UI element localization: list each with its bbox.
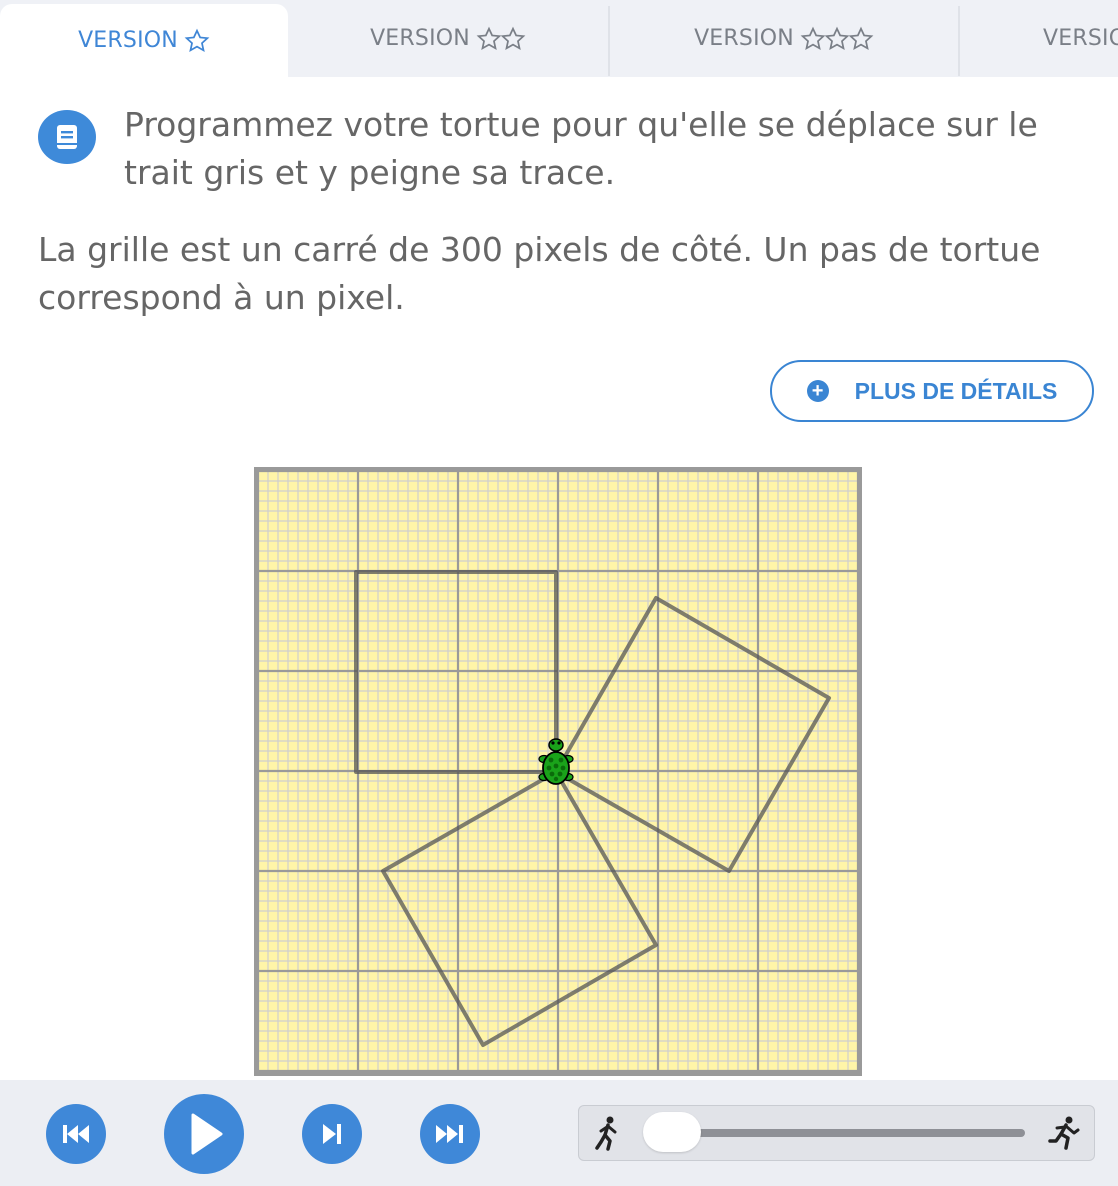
tab-version-1[interactable]: VERSION bbox=[0, 4, 288, 77]
book-glyph bbox=[57, 125, 77, 149]
rewind-icon bbox=[63, 1125, 89, 1143]
turtle-grid bbox=[254, 467, 862, 1076]
play-icon bbox=[191, 1113, 223, 1155]
speed-thumb[interactable] bbox=[643, 1112, 701, 1152]
fast-forward-icon bbox=[436, 1125, 463, 1143]
rewind-button[interactable] bbox=[46, 1104, 106, 1164]
star-rating bbox=[800, 26, 874, 52]
more-details-label: PLUS DE DÉTAILS bbox=[854, 377, 1058, 404]
tab-label: VERSION bbox=[78, 28, 178, 53]
star-icon bbox=[476, 26, 502, 50]
star-icon bbox=[500, 26, 526, 50]
walk-icon bbox=[595, 1116, 617, 1151]
plus-circle-icon: + bbox=[806, 380, 829, 402]
star-icon bbox=[824, 26, 850, 50]
grid-description: La grille est un carré de 300 pixels de … bbox=[38, 230, 1041, 317]
step-button[interactable] bbox=[302, 1104, 362, 1164]
run-icon bbox=[1048, 1116, 1080, 1150]
more-details-button[interactable]: + PLUS DE DÉTAILS bbox=[770, 360, 1094, 422]
step-icon bbox=[323, 1124, 341, 1144]
star-icon bbox=[848, 26, 874, 50]
play-button[interactable] bbox=[164, 1094, 244, 1174]
star-icon bbox=[800, 26, 826, 50]
instruction-text: Programmez votre tortue pour qu'elle se … bbox=[124, 105, 1038, 192]
speed-track bbox=[667, 1129, 1025, 1137]
speed-slider[interactable] bbox=[578, 1105, 1095, 1161]
tab-label: VERSION bbox=[370, 26, 470, 51]
fast-forward-button[interactable] bbox=[420, 1104, 480, 1164]
tab-version-3[interactable]: VERSION bbox=[610, 0, 958, 77]
version-tabs: VERSION VERSION VERSION VERSIO bbox=[0, 0, 1118, 77]
tab-version-4[interactable]: VERSIO bbox=[960, 0, 1118, 77]
book-icon bbox=[38, 110, 96, 164]
tab-label: VERSION bbox=[694, 26, 794, 51]
star-rating bbox=[184, 28, 210, 54]
tab-label: VERSIO bbox=[1043, 26, 1118, 51]
tab-version-2[interactable]: VERSION bbox=[288, 0, 608, 77]
star-icon bbox=[184, 28, 210, 52]
turtle-canvas bbox=[254, 467, 862, 1076]
star-rating bbox=[476, 26, 526, 52]
